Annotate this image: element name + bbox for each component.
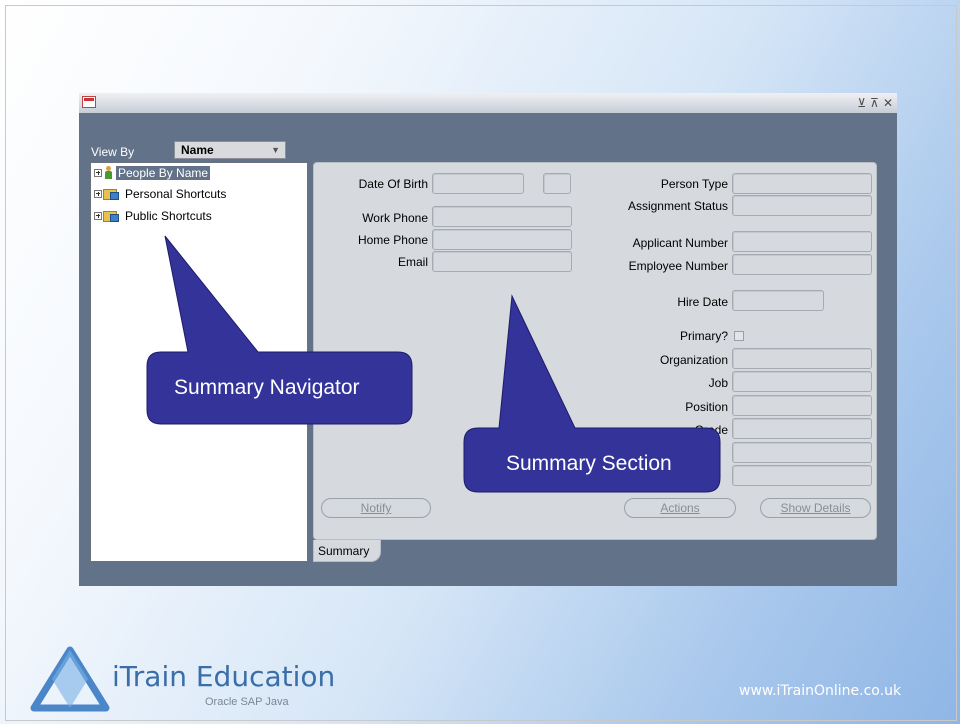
itrain-logo-icon — [30, 646, 110, 712]
brand-name: iTrain Education — [112, 660, 336, 693]
brand-tagline: Oracle SAP Java — [205, 696, 289, 708]
brand-url: www.iTrainOnline.co.uk — [739, 683, 902, 699]
summary-navigator-callout-text: Summary Navigator — [174, 376, 360, 399]
callout-shapes — [146, 235, 721, 493]
summary-section-callout-text: Summary Section — [506, 452, 672, 475]
